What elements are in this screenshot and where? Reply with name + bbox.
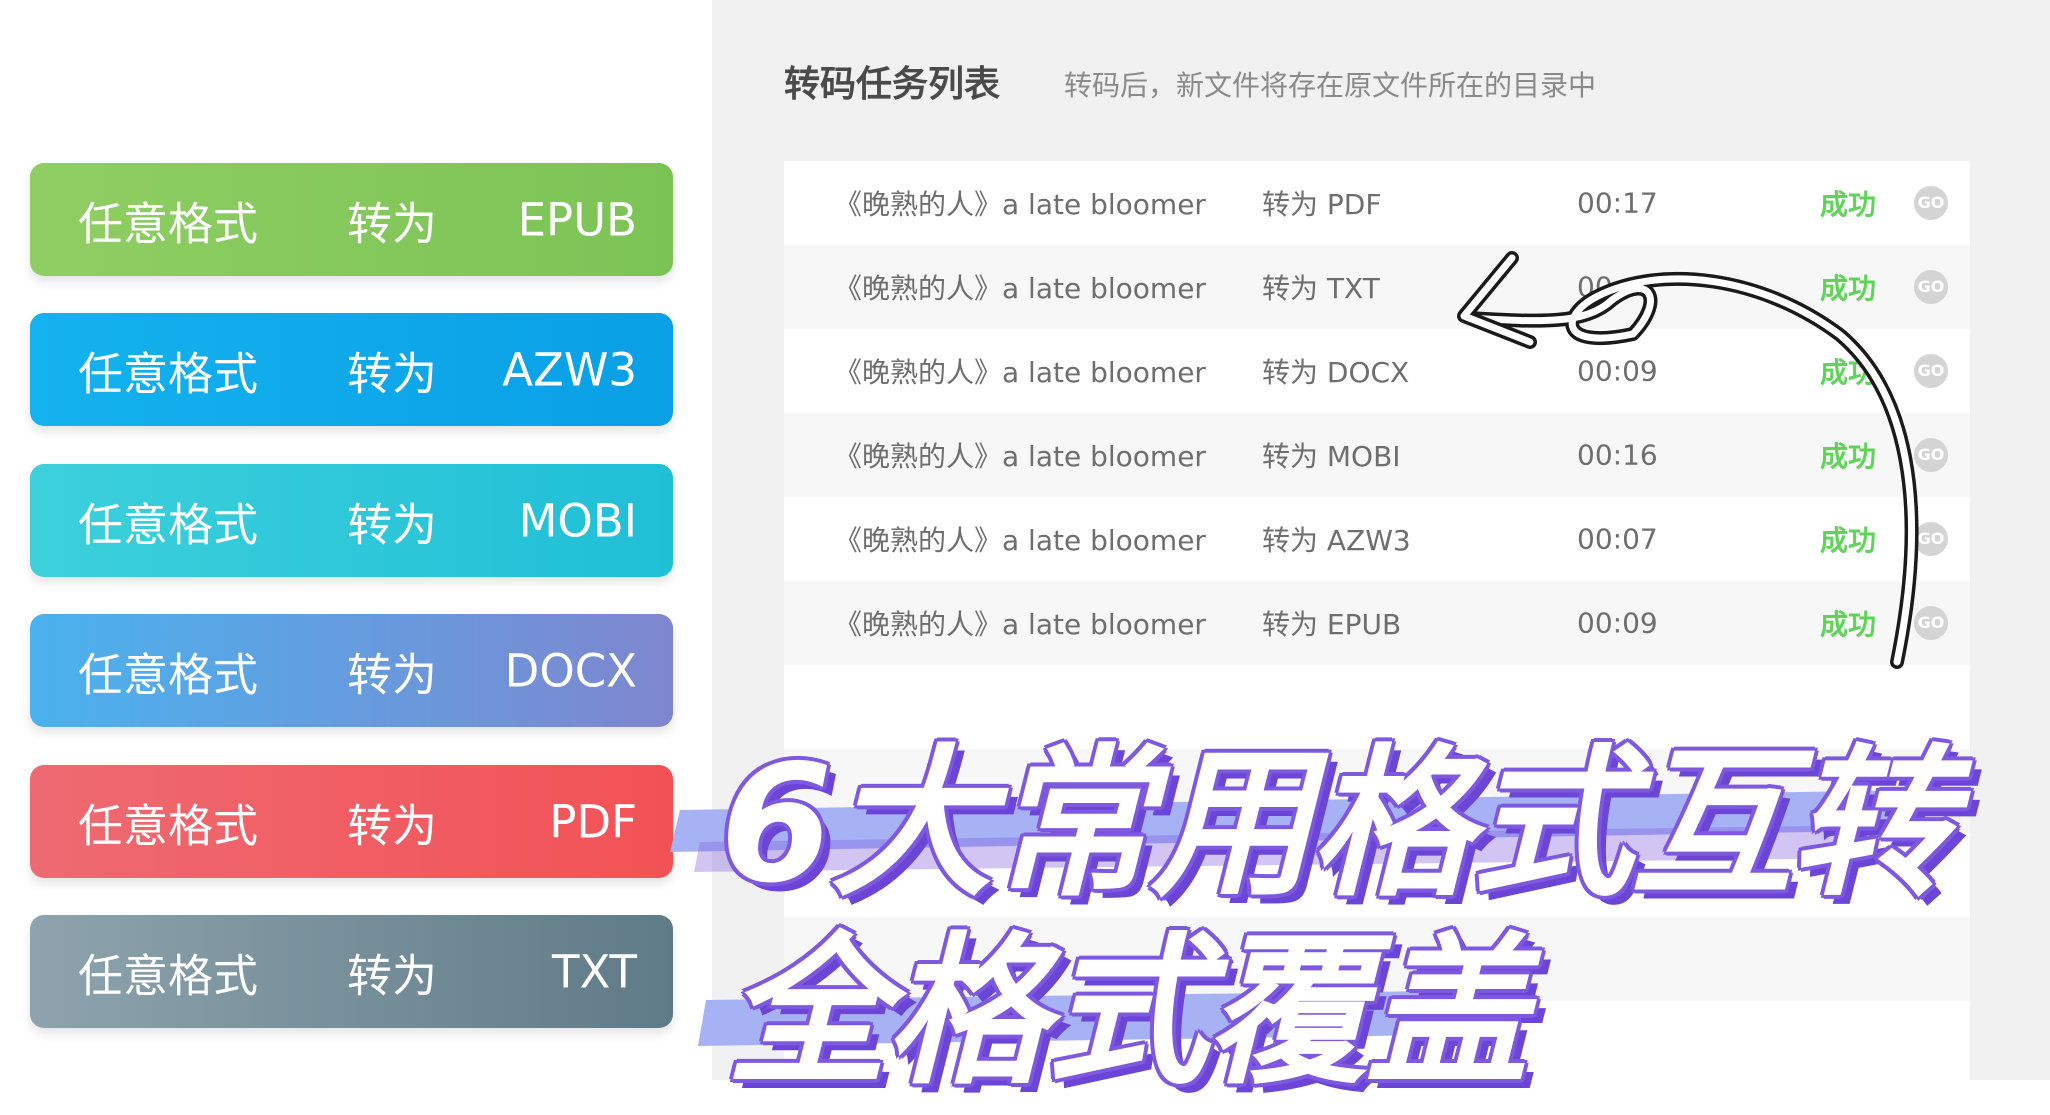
convert-to-label: 转为 (347, 197, 438, 250)
convert-to-epub-button[interactable]: 任意格式 转为 EPUB (30, 163, 673, 276)
any-format-label: 任意格式 (78, 197, 259, 250)
table-row[interactable]: 《晚熟的人》a late bloomer 转为 AZW3 00:07 成功 GO (784, 497, 1970, 581)
any-format-label: 任意格式 (78, 498, 259, 551)
target-format-label: PDF (549, 795, 637, 848)
go-icon[interactable]: GO (1914, 606, 1948, 640)
target-format-label: EPUB (517, 193, 637, 246)
task-conversion: 转为 TXT (1262, 272, 1380, 305)
convert-to-mobi-button[interactable]: 任意格式 转为 MOBI (30, 464, 673, 577)
table-row[interactable]: 《晚熟的人》a late bloomer 转为 PDF 00:17 成功 GO (784, 161, 1970, 245)
convert-to-pdf-button[interactable]: 任意格式 转为 PDF (30, 765, 673, 878)
convert-to-label: 转为 (347, 498, 438, 551)
any-format-label: 任意格式 (78, 648, 259, 701)
task-file-name: 《晚熟的人》a late bloomer (834, 188, 1206, 221)
task-duration: 00:07 (1577, 522, 1658, 556)
page-subtitle: 转码后，新文件将存在原文件所在的目录中 (1064, 69, 1597, 102)
convert-to-label: 转为 (347, 799, 438, 852)
page-title: 转码任务列表 (784, 64, 1001, 105)
empty-row (784, 833, 1970, 917)
convert-to-docx-button[interactable]: 任意格式 转为 DOCX (30, 614, 673, 727)
target-format-label: MOBI (518, 494, 637, 547)
convert-to-label: 转为 (347, 347, 438, 400)
empty-row (784, 917, 1970, 1001)
table-row[interactable]: 《晚熟的人》a late bloomer 转为 DOCX 00:09 成功 GO (784, 329, 1970, 413)
target-format-label: TXT (551, 945, 637, 998)
task-duration: 00:09 (1577, 606, 1658, 640)
status-badge: 成功 (1820, 356, 1877, 389)
table-row[interactable]: 《晚熟的人》a late bloomer 转为 MOBI 00:16 成功 GO (784, 413, 1970, 497)
convert-to-azw3-button[interactable]: 任意格式 转为 AZW3 (30, 313, 673, 426)
task-conversion: 转为 EPUB (1262, 608, 1402, 641)
task-duration: 00:17 (1577, 186, 1658, 220)
convert-to-label: 转为 (347, 949, 438, 1002)
task-file-name: 《晚熟的人》a late bloomer (834, 356, 1206, 389)
task-duration: 00: (1577, 270, 1623, 304)
go-icon[interactable]: GO (1914, 270, 1948, 304)
status-badge: 成功 (1820, 272, 1877, 305)
task-conversion: 转为 MOBI (1262, 440, 1401, 473)
table-row[interactable]: 《晚熟的人》a late bloomer 转为 TXT 00: 成功 GO (784, 245, 1970, 329)
status-badge: 成功 (1820, 188, 1877, 221)
task-file-name: 《晚熟的人》a late bloomer (834, 440, 1206, 473)
target-format-label: AZW3 (502, 343, 637, 396)
go-icon[interactable]: GO (1914, 186, 1948, 220)
convert-to-label: 转为 (347, 648, 438, 701)
task-conversion: 转为 PDF (1262, 188, 1382, 221)
target-format-label: DOCX (504, 644, 637, 697)
go-icon[interactable]: GO (1914, 522, 1948, 556)
status-badge: 成功 (1820, 524, 1877, 557)
convert-to-txt-button[interactable]: 任意格式 转为 TXT (30, 915, 673, 1028)
task-duration: 00:09 (1577, 354, 1658, 388)
go-icon[interactable]: GO (1914, 354, 1948, 388)
any-format-label: 任意格式 (78, 949, 259, 1002)
table-row[interactable]: 《晚熟的人》a late bloomer 转为 EPUB 00:09 成功 GO (784, 581, 1970, 665)
empty-row (784, 749, 1970, 833)
converter-list: 任意格式 转为 EPUB 任意格式 转为 AZW3 任意格式 转为 MOBI 任… (0, 0, 712, 1080)
task-conversion: 转为 AZW3 (1262, 524, 1411, 557)
any-format-label: 任意格式 (78, 347, 259, 400)
go-icon[interactable]: GO (1914, 438, 1948, 472)
task-file-name: 《晚熟的人》a late bloomer (834, 272, 1206, 305)
task-duration: 00:16 (1577, 438, 1658, 472)
empty-row (784, 665, 1970, 749)
task-file-name: 《晚熟的人》a late bloomer (834, 608, 1206, 641)
task-file-name: 《晚熟的人》a late bloomer (834, 524, 1206, 557)
status-badge: 成功 (1820, 440, 1877, 473)
empty-row (784, 1001, 1970, 1080)
status-badge: 成功 (1820, 608, 1877, 641)
task-conversion: 转为 DOCX (1262, 356, 1410, 389)
any-format-label: 任意格式 (78, 799, 259, 852)
